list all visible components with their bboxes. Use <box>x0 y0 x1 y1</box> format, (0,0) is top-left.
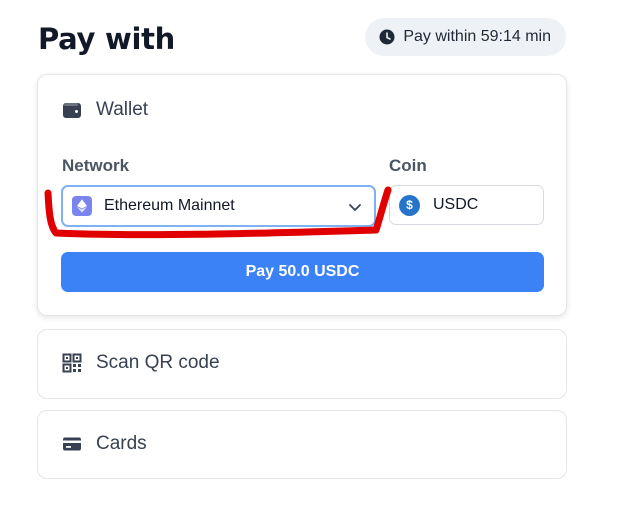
wallet-label: Wallet <box>96 99 149 120</box>
coin-value: USDC <box>433 196 479 213</box>
network-value: Ethereum Mainnet <box>104 197 235 214</box>
page-title: Pay with <box>38 22 175 56</box>
qr-header[interactable]: Scan QR code <box>62 352 220 374</box>
pay-button[interactable]: Pay 50.0 USDC <box>61 252 544 292</box>
chevron-down-icon <box>349 204 361 211</box>
ethereum-icon <box>72 196 92 216</box>
qr-label: Scan QR code <box>96 352 220 373</box>
clock-icon <box>379 29 395 45</box>
cards-card[interactable]: Cards <box>37 410 567 479</box>
coin-label: Coin <box>389 156 427 175</box>
coin-field[interactable]: $ USDC <box>389 185 544 225</box>
wallet-icon <box>63 103 81 118</box>
qr-card[interactable]: Scan QR code <box>37 329 567 399</box>
cards-label: Cards <box>96 433 147 454</box>
cards-header[interactable]: Cards <box>62 433 147 455</box>
wallet-card[interactable]: Wallet Network Coin Ethereum Mainnet $ U… <box>37 74 567 316</box>
timer-label: Pay within 59:14 min <box>403 28 551 45</box>
network-select[interactable]: Ethereum Mainnet <box>61 185 376 227</box>
credit-card-icon <box>63 437 81 451</box>
usdc-icon: $ <box>399 194 420 216</box>
header: Pay with Pay within 59:14 min <box>38 18 566 58</box>
network-label: Network <box>62 156 130 175</box>
timer-badge: Pay within 59:14 min <box>365 18 566 56</box>
qr-code-icon <box>62 353 82 373</box>
wallet-header[interactable]: Wallet <box>62 99 148 121</box>
